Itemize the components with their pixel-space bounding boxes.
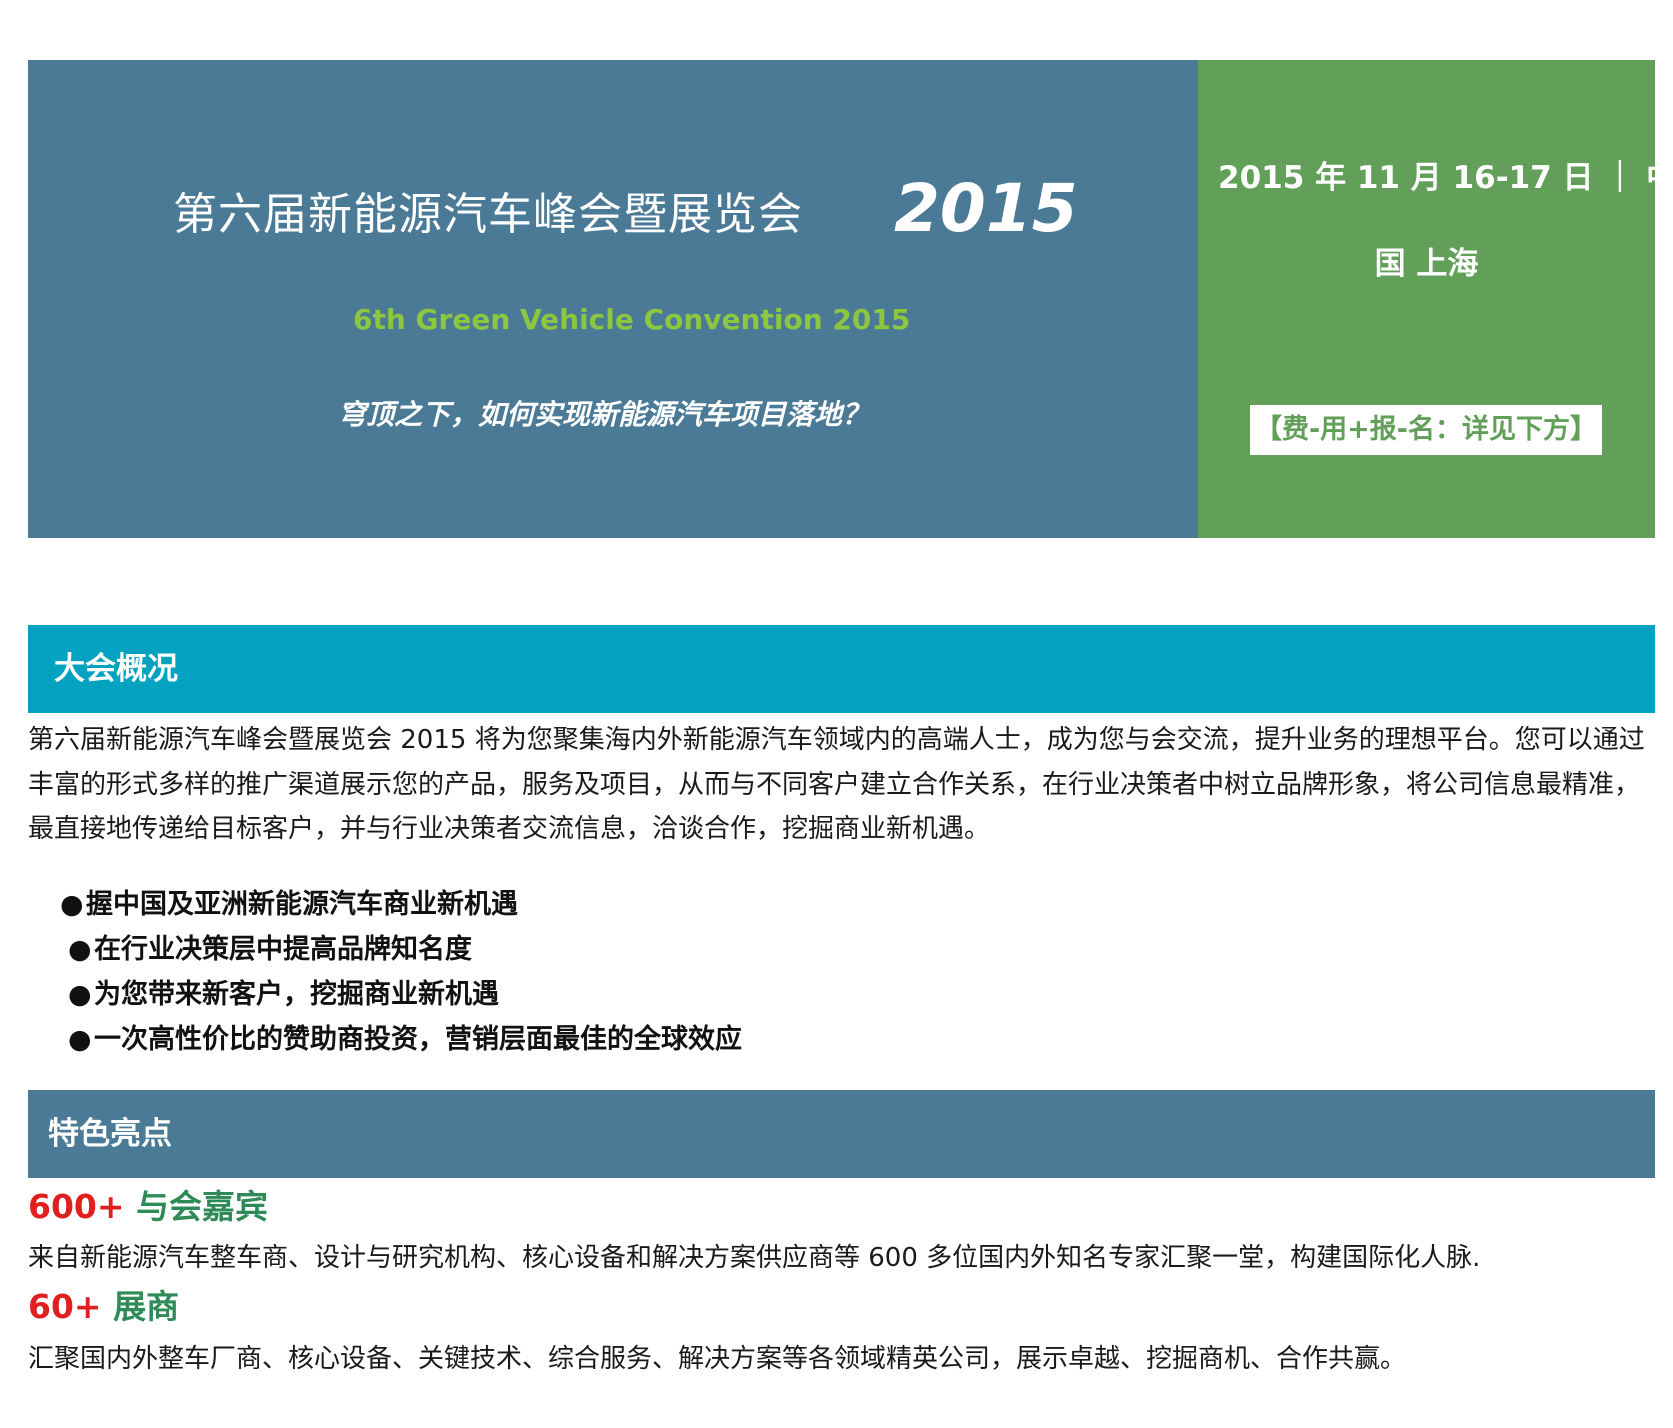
list-item: ●一次高性价比的赞助商投资，营销层面最佳的全球效应 (60, 1017, 742, 1062)
event-title-chinese: 第六届新能源汽车峰会暨展览会 (173, 189, 803, 240)
bullet-icon: ● (68, 979, 92, 1010)
event-banner: 第六届新能源汽车峰会暨展览会 2015 6th Green Vehicle Co… (28, 60, 1673, 538)
bullet-icon: ● (68, 1024, 92, 1055)
list-item-text: 握中国及亚洲新能源汽车商业新机遇 (86, 889, 518, 920)
list-item-text: 在行业决策层中提高品牌知名度 (94, 934, 472, 965)
feature-label: 展商 (113, 1287, 180, 1326)
feature-label: 与会嘉宾 (136, 1187, 269, 1226)
list-item-text: 为您带来新客户，挖掘商业新机遇 (94, 979, 499, 1010)
overview-paragraph: 第六届新能源汽车峰会暨展览会 2015 将为您聚集海内外新能源汽车领域内的高端人… (28, 725, 1645, 844)
event-location: 国 上海 (1374, 246, 1479, 282)
list-item: ●在行业决策层中提高品牌知名度 (60, 927, 742, 972)
feature-number: 60+ (28, 1287, 102, 1326)
feature-description-attendees: 来自新能源汽车整车商、设计与研究机构、核心设备和解决方案供应商等 600 多位国… (28, 1243, 1481, 1273)
feature-heading-exhibitors: 60+ 展商 (28, 1280, 179, 1328)
event-title-english: 6th Green Vehicle Convention 2015 (353, 303, 911, 336)
list-item: ●握中国及亚洲新能源汽车商业新机遇 (60, 882, 742, 927)
section-heading-features: 特色亮点 (28, 1090, 1655, 1178)
list-item-text: 一次高性价比的赞助商投资，营销层面最佳的全球效应 (94, 1024, 742, 1055)
event-tagline: 穹顶之下，如何实现新能源汽车项目落地？ (338, 398, 871, 431)
fee-registration-link[interactable]: 【费-用+报-名：详见下方】 (1250, 405, 1602, 455)
event-date: 2015 年 11 月 16-17 日 ｜ 中 (1218, 160, 1673, 196)
banner-info-panel: 2015 年 11 月 16-17 日 ｜ 中 国 上海 【费-用+报-名：详见… (1198, 60, 1673, 538)
event-title-year: 2015 (894, 170, 1078, 247)
banner-title-panel: 第六届新能源汽车峰会暨展览会 2015 6th Green Vehicle Co… (28, 60, 1198, 538)
section-heading-overview: 大会概况 (28, 625, 1655, 713)
feature-description-exhibitors: 汇聚国内外整车厂商、核心设备、关键技术、综合服务、解决方案等各领域精英公司，展示… (28, 1344, 1407, 1374)
bullet-icon: ● (68, 934, 92, 965)
benefits-list: ●握中国及亚洲新能源汽车商业新机遇 ●在行业决策层中提高品牌知名度 ●为您带来新… (60, 882, 742, 1062)
bullet-icon: ● (60, 889, 84, 920)
feature-number: 600+ (28, 1187, 125, 1226)
feature-heading-attendees: 600+ 与会嘉宾 (28, 1180, 268, 1228)
list-item: ●为您带来新客户，挖掘商业新机遇 (60, 972, 742, 1017)
